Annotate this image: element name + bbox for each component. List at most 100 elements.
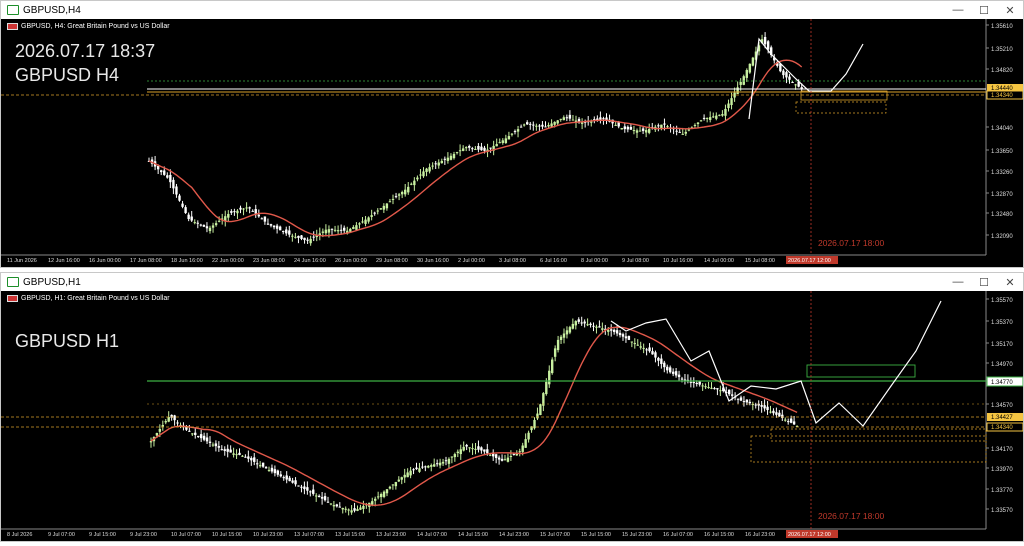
candle-body [422, 171, 425, 177]
time-label: 13 Jul 23:00 [376, 532, 406, 538]
candle-body [553, 348, 557, 357]
candle-body [586, 324, 589, 326]
minimize-button[interactable]: — [945, 276, 971, 288]
candle-body [565, 330, 569, 335]
candle-body [483, 449, 486, 452]
candle-body [285, 229, 288, 234]
candle-body [553, 121, 556, 125]
price-chart-h1[interactable]: 1.35570 1.35370 1.35170 1.34970 1.34570 1.341… [1, 291, 1024, 541]
time-label: 16 Jul 07:00 [663, 532, 693, 538]
candle-body [716, 388, 719, 390]
time-label: 17 Jun 08:00 [130, 258, 162, 264]
candle-body [577, 319, 580, 322]
candle-body [318, 233, 321, 235]
candle-body [495, 144, 498, 147]
candle-body [248, 207, 251, 209]
candle-body [341, 507, 344, 510]
maximize-button[interactable]: ☐ [971, 4, 997, 17]
candle-body [190, 216, 193, 221]
candle-body [477, 446, 480, 450]
candle-body [199, 434, 203, 439]
candle-body [410, 183, 413, 185]
symbol-overlay: GBPUSD H4 [15, 65, 120, 85]
candle-body [312, 236, 315, 238]
candle-body [623, 126, 626, 130]
candle-body [712, 116, 715, 118]
candle-body [678, 131, 681, 133]
candle-body [763, 405, 766, 409]
candle-body [519, 126, 523, 128]
candle-body [350, 510, 353, 513]
candle-body [683, 379, 687, 381]
chart-window-icon [7, 5, 19, 15]
chart-area-h4[interactable]: 1.35610 1.35210 1.34820 1.34040 1.33650 1.332… [1, 19, 1024, 267]
candle-body [458, 150, 462, 152]
candle-body [707, 387, 710, 389]
close-button[interactable]: ✕ [997, 4, 1023, 17]
candle-body [167, 417, 170, 422]
candle-body [421, 466, 424, 468]
candle-body [474, 149, 477, 150]
candle-body [778, 412, 781, 417]
maximize-button[interactable]: ☐ [971, 276, 997, 289]
window-titlebar-h4[interactable]: GBPUSD,H4 — ☐ ✕ [1, 1, 1023, 19]
candle-body [671, 371, 675, 374]
candle-body [184, 207, 187, 214]
candle-body [447, 458, 451, 464]
candle-body [539, 404, 542, 416]
candle-body [610, 329, 613, 331]
candle-body [648, 347, 651, 352]
candle-body [406, 472, 409, 478]
candle-body [465, 147, 468, 149]
candle-body [627, 336, 631, 340]
candle-body [704, 386, 707, 388]
chart-window-icon [7, 277, 19, 287]
candle-body [347, 509, 350, 511]
candle-body [791, 81, 794, 83]
candle-body [272, 225, 276, 228]
candle-body [379, 208, 382, 210]
time-label: 9 Jul 15:00 [89, 532, 116, 538]
candle-body [253, 457, 256, 462]
candle-body [638, 130, 642, 132]
price-highlight-label: 1.34340 [991, 425, 1013, 431]
window-title: GBPUSD,H4 [23, 4, 81, 16]
candle-body [247, 456, 250, 459]
window-titlebar-h1[interactable]: GBPUSD,H1 — ☐ ✕ [1, 273, 1023, 291]
candle-body [598, 326, 601, 328]
candle-body [199, 224, 203, 226]
candle-body [547, 124, 550, 127]
chart-header: GBPUSD, H4: Great Britain Pound vs US Do… [7, 23, 170, 30]
candle-body [376, 210, 379, 212]
candle-body [693, 124, 697, 126]
candle-body [692, 381, 695, 384]
candle-body [412, 469, 415, 471]
candle-body [232, 453, 235, 455]
minimize-button[interactable]: — [945, 4, 971, 16]
candle-body [719, 390, 722, 392]
candle-body [161, 425, 164, 427]
time-label: 3 Jul 08:00 [499, 258, 526, 264]
candle-body [235, 454, 238, 456]
candle-body [456, 451, 459, 454]
cursor-time-label: 2026.07.17 12:00 [788, 532, 831, 538]
candle-body [589, 323, 592, 326]
chart-area-h1[interactable]: 1.35570 1.35370 1.35170 1.34970 1.34570 1.341… [1, 291, 1024, 541]
candle-body [197, 435, 200, 437]
price-highlight-label: 1.34340 [991, 93, 1013, 99]
candle-body [614, 124, 617, 126]
candle-body [263, 216, 267, 222]
candle-body [769, 411, 772, 413]
candle-body [194, 432, 197, 435]
close-button[interactable]: ✕ [997, 276, 1023, 289]
candle-body [541, 124, 544, 127]
candle-body [312, 489, 315, 494]
candle-body [326, 501, 330, 503]
time-label: 26 Jun 00:00 [335, 258, 367, 264]
candle-body [288, 230, 291, 235]
candle-body [559, 336, 563, 341]
candle-body [449, 155, 453, 160]
candle-body [191, 433, 194, 435]
candle-body [254, 209, 257, 214]
candle-body [217, 446, 221, 448]
